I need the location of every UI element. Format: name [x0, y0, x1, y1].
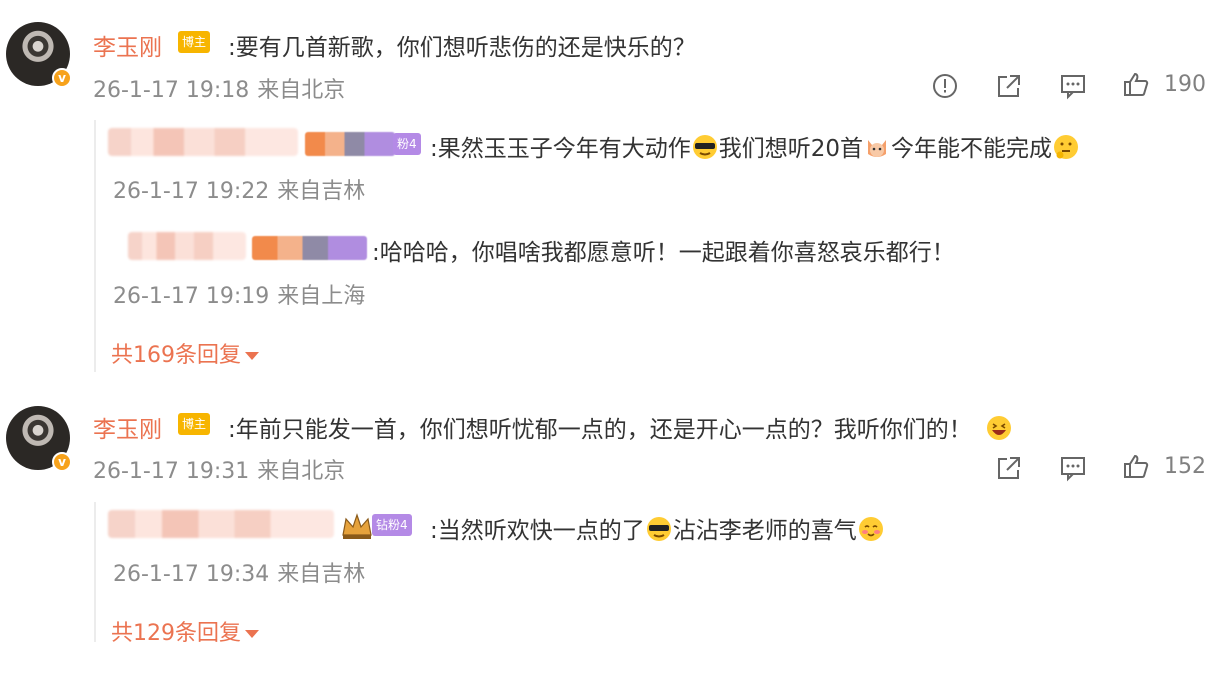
comment-text: :年前只能发一首，你们想听忧郁一点的，还是开心一点的？我听你们的！	[228, 410, 1013, 444]
reply-text-part: 今年能不能完成	[891, 136, 1053, 162]
comment-time: 26-1-17 19:18	[93, 78, 250, 103]
caret-down-icon	[245, 352, 259, 360]
author-badge: 博主	[178, 413, 211, 435]
reply-meta: 26-1-17 19:34 来自吉林	[113, 556, 365, 588]
reply-text-part: 沾沾李老师的喜气	[672, 518, 857, 544]
reply-time: 26-1-17 19:22	[113, 179, 270, 204]
reply-text: :当然听欢快一点的了 沾沾李老师的喜气	[430, 511, 885, 545]
reply-time: 26-1-17 19:19	[113, 284, 270, 309]
comment-location: 来自北京	[257, 78, 346, 103]
laughing-emoji	[986, 416, 1011, 440]
reply-text-part: 我们想听20首	[718, 136, 864, 162]
comment-meta: 26-1-17 19:31 来自北京	[93, 453, 345, 485]
blurred-fan-tag	[252, 236, 367, 260]
share-icon[interactable]	[995, 72, 1023, 100]
report-icon[interactable]	[931, 72, 959, 100]
avatar[interactable]: v	[6, 406, 72, 472]
share-icon[interactable]	[995, 454, 1023, 482]
reply-time: 26-1-17 19:34	[113, 562, 270, 587]
more-replies-label: 共169条回复	[111, 343, 241, 368]
fan-level-badge: 粉4	[393, 133, 421, 155]
reply-thread-line	[94, 120, 96, 372]
blush-emoji	[858, 517, 883, 541]
verified-badge-icon: v	[52, 452, 72, 472]
thinking-emoji	[1054, 135, 1079, 159]
avatar[interactable]: v	[6, 22, 72, 88]
blurred-username	[108, 128, 298, 156]
blurred-fan-tag	[305, 132, 395, 156]
more-replies-label: 共129条回复	[111, 621, 241, 646]
like-count: 190	[1164, 72, 1206, 97]
caret-down-icon	[245, 630, 259, 638]
reply-thread-line	[94, 502, 96, 642]
comment-author[interactable]: 李玉刚	[93, 410, 162, 444]
fan-level-badge: 钻粉4	[372, 514, 412, 536]
comment-text-part: :年前只能发一首，你们想听忧郁一点的，还是开心一点的？我听你们的！	[228, 417, 972, 443]
cool-sunglasses-emoji	[646, 517, 671, 541]
comment-meta: 26-1-17 19:18 来自北京	[93, 72, 345, 104]
reply-location: 来自吉林	[277, 562, 366, 587]
crown-icon	[342, 513, 372, 539]
reply-text: :果然玉玉子今年有大动作 我们想听20首 今年能不能完成	[430, 129, 1080, 163]
like-count: 152	[1164, 454, 1206, 479]
more-replies-link[interactable]: 共169条回复	[111, 337, 259, 369]
reply-text-part: :果然玉玉子今年有大动作	[430, 136, 691, 162]
comment-location: 来自北京	[257, 459, 346, 484]
reply-location: 来自吉林	[277, 179, 366, 204]
comment-icon[interactable]	[1059, 72, 1087, 100]
like-icon[interactable]	[1122, 452, 1150, 480]
reply-location: 来自上海	[277, 284, 366, 309]
comment-time: 26-1-17 19:31	[93, 459, 250, 484]
more-replies-link[interactable]: 共129条回复	[111, 615, 259, 647]
blurred-username	[108, 510, 334, 538]
comment-text: :要有几首新歌，你们想听悲伤的还是快乐的？	[228, 35, 696, 61]
reply-text: :哈哈哈，你唱啥我都愿意听！一起跟着你喜怒哀乐都行！	[372, 240, 955, 266]
reply-meta: 26-1-17 19:19 来自上海	[113, 278, 365, 310]
author-badge: 博主	[178, 31, 211, 53]
blurred-username	[128, 232, 246, 260]
comment-icon[interactable]	[1059, 454, 1087, 482]
comment-author[interactable]: 李玉刚	[93, 28, 162, 62]
cat-emoji	[868, 140, 887, 157]
cool-sunglasses-emoji	[692, 135, 717, 159]
reply-text-part: :当然听欢快一点的了	[430, 518, 645, 544]
reply-meta: 26-1-17 19:22 来自吉林	[113, 173, 365, 205]
like-icon[interactable]	[1122, 70, 1150, 98]
verified-badge-icon: v	[52, 68, 72, 88]
